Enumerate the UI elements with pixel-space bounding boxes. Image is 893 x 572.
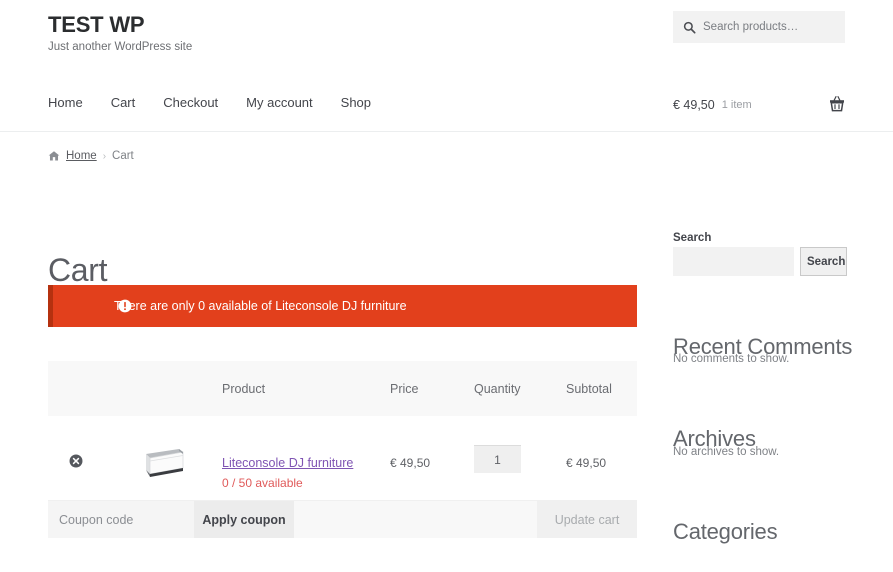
cart-page: TEST WP Just another WordPress site Home… — [0, 0, 893, 572]
header-cart-link[interactable]: € 49,50 1 item — [673, 95, 845, 115]
exclamation-circle-icon — [118, 299, 132, 313]
cell-price: € 49,50 — [390, 456, 431, 470]
widget-empty-recent-comments: No comments to show. — [673, 353, 790, 365]
breadcrumb-link-home[interactable]: Home — [66, 150, 97, 162]
sidebar-search-button[interactable]: Search — [800, 247, 847, 276]
cart-item-count: 1 item — [721, 99, 752, 111]
apply-coupon-button[interactable]: Apply coupon — [194, 501, 294, 538]
home-icon — [48, 151, 60, 161]
column-header-subtotal: Subtotal — [566, 382, 612, 396]
header-divider — [0, 131, 893, 132]
stock-error-text: There are only 0 available of Liteconsol… — [114, 299, 407, 313]
coupon-code-input[interactable] — [48, 501, 194, 538]
cart-table-header: Product Price Quantity Subtotal — [48, 361, 637, 416]
sidebar-search-input[interactable] — [673, 247, 794, 276]
nav-item-shop[interactable]: Shop — [341, 95, 371, 110]
column-header-quantity: Quantity — [474, 382, 521, 396]
update-cart-button[interactable]: Update cart — [537, 501, 637, 538]
site-title[interactable]: TEST WP — [48, 12, 145, 38]
product-thumbnail[interactable] — [135, 432, 190, 487]
remove-item-icon[interactable] — [69, 454, 83, 468]
breadcrumb: Home › Cart — [48, 150, 134, 162]
main-navigation: Home Cart Checkout My account Shop — [48, 95, 371, 110]
breadcrumb-current: Cart — [112, 150, 134, 162]
nav-item-checkout[interactable]: Checkout — [163, 95, 218, 110]
product-thumbnail-image — [135, 432, 190, 487]
nav-item-home[interactable]: Home — [48, 95, 83, 110]
breadcrumb-separator: › — [102, 150, 107, 162]
page-title: Cart — [48, 252, 108, 289]
widget-empty-archives: No archives to show. — [673, 446, 780, 458]
cart-actions-row: Apply coupon Update cart — [48, 501, 637, 538]
shopping-basket-icon[interactable] — [829, 95, 845, 113]
site-tagline: Just another WordPress site — [48, 41, 193, 53]
column-header-product: Product — [222, 382, 266, 396]
column-header-price: Price — [390, 382, 419, 396]
cell-subtotal: € 49,50 — [566, 456, 607, 470]
product-search-input[interactable] — [703, 21, 838, 33]
stock-availability-note: 0 / 50 available — [222, 476, 303, 490]
cart-actions-spacer — [294, 501, 537, 538]
search-icon — [683, 21, 696, 34]
cart-total-amount: € 49,50 — [673, 98, 715, 112]
product-link[interactable]: Liteconsole DJ furniture — [222, 456, 353, 470]
search-widget-title: Search — [673, 232, 712, 244]
quantity-input[interactable] — [474, 445, 521, 473]
widget-title-categories: Categories — [673, 519, 778, 545]
cart-table: Product Price Quantity Subtotal Litecons… — [48, 361, 637, 538]
stock-error-notice: There are only 0 available of Liteconsol… — [48, 285, 637, 327]
product-search-box[interactable] — [673, 11, 845, 43]
nav-item-my-account[interactable]: My account — [246, 95, 312, 110]
nav-item-cart[interactable]: Cart — [111, 95, 136, 110]
table-row: Liteconsole DJ furniture 0 / 50 availabl… — [48, 416, 637, 501]
